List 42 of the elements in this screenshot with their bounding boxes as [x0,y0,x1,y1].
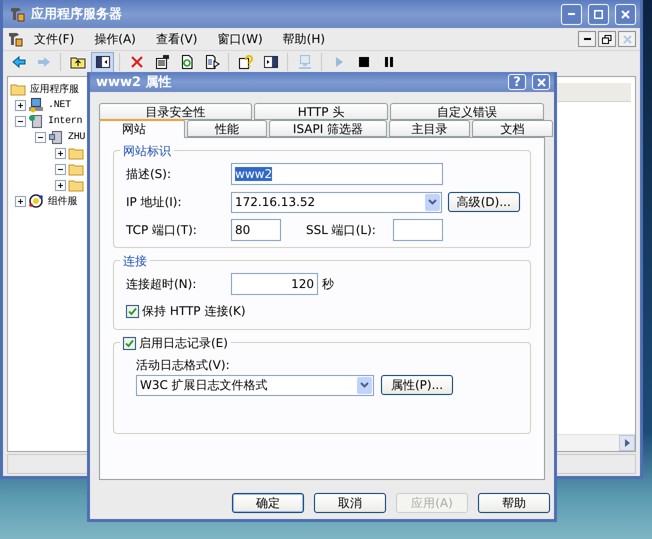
menu-item[interactable]: 窗口(W) [208,28,272,50]
tab[interactable]: 主目录 [389,120,470,137]
field-label: 连接超时(N): [126,276,198,292]
field-label: TCP 端口(T): [126,222,198,238]
tree-item[interactable]: 应用程序服 [30,82,79,96]
description-field[interactable]: www2 [231,163,443,185]
dialog-title: www2 属性 [96,74,173,91]
field-label: SSL 端口(L): [306,222,377,238]
log-properties-button[interactable]: 属性(P)... [381,375,453,395]
tree-item[interactable]: .NET [48,100,71,110]
checkbox-label: 保持 HTTP 连接(K) [142,302,246,320]
tab[interactable]: 文档 [472,120,553,137]
dialog-button[interactable]: 帮助 [478,493,550,513]
menu-item[interactable]: 帮助(H) [274,28,334,50]
tab[interactable]: 自定义错误 [390,103,544,120]
help-button[interactable]: ? [508,74,526,90]
menu-item[interactable]: 文件(F) [25,28,84,50]
window-title: 应用程序服务器 [31,6,123,23]
advanced-button[interactable]: 高级(D)... [448,192,520,212]
group-title: 网站标识 [120,143,174,160]
tab[interactable]: HTTP 头 [254,103,388,120]
tab[interactable]: 性能 [187,120,267,137]
ip-address-dropdown[interactable]: 172.16.13.52 [231,192,442,212]
timeout-field[interactable]: 120 [231,273,318,295]
menu-item[interactable]: 操作(A) [85,28,145,50]
tab[interactable]: ISAPI 筛选器 [269,120,387,137]
field-label: IP 地址(I): [126,194,183,210]
checkbox-label: 启用日志记录(E) [139,334,228,352]
tab[interactable]: 目录安全性 [99,103,252,120]
tree-item[interactable]: ZHU [68,132,86,142]
log-format-dropdown[interactable]: W3C 扩展日志文件格式 [136,374,374,396]
group-title: 连接 [120,253,150,270]
tcp-port-field[interactable]: 80 [231,219,281,241]
unit-label: 秒 [322,276,334,292]
dialog-button[interactable]: 确定 [232,493,304,513]
field-label: 活动日志格式(V): [136,357,231,374]
tree-item[interactable]: Intern [48,116,82,126]
tree-item[interactable]: 组件服 [48,194,78,208]
field-label: 描述(S): [126,166,172,182]
tab[interactable]: 网站 [99,119,185,138]
dialog-button[interactable]: 取消 [314,493,386,513]
menu-item[interactable]: 查看(V) [146,28,206,50]
